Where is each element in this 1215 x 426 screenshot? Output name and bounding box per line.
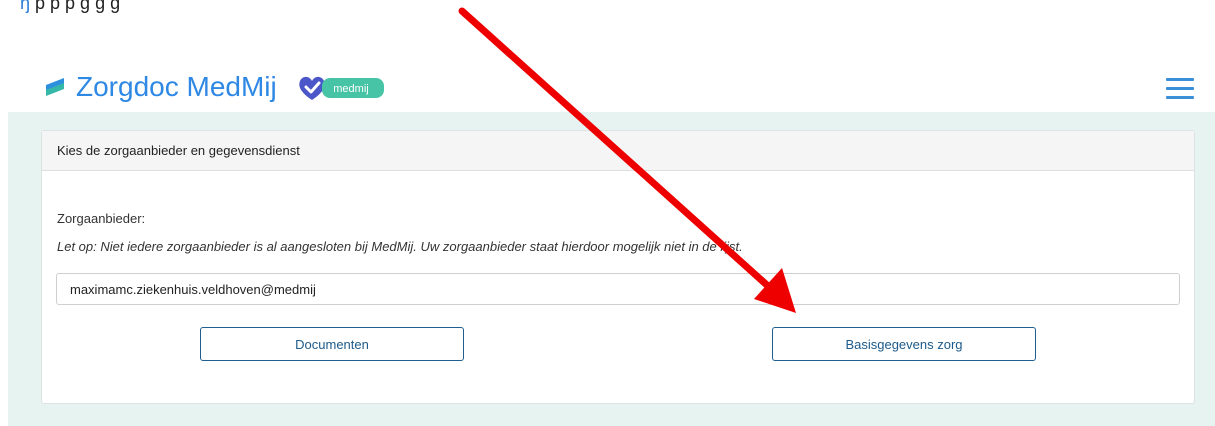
card-header: Kies de zorgaanbieder en gegevensdienst bbox=[42, 131, 1194, 171]
brand-title[interactable]: Zorgdoc MedMij bbox=[76, 70, 277, 104]
cropped-top-text-rest: p p p g g g bbox=[30, 0, 121, 13]
medmij-heart-badge-icon: medmij bbox=[299, 76, 384, 100]
hamburger-menu-icon[interactable] bbox=[1166, 78, 1194, 100]
provider-input[interactable] bbox=[56, 273, 1180, 305]
cropped-top-text-first: ŋ bbox=[20, 0, 31, 13]
provider-selection-card: Kies de zorgaanbieder en gegevensdienst … bbox=[41, 130, 1195, 404]
provider-label: Zorgaanbieder: bbox=[57, 211, 146, 226]
site-header: Zorgdoc MedMij medmij bbox=[0, 64, 1215, 112]
badge-label: medmij bbox=[333, 83, 368, 95]
basis-data-care-button[interactable]: Basisgegevens zorg bbox=[772, 327, 1036, 361]
provider-note: Let op: Niet iedere zorgaanbieder is al … bbox=[57, 239, 743, 254]
zorgdoc-logo-icon bbox=[46, 78, 64, 96]
documents-button[interactable]: Documenten bbox=[200, 327, 464, 361]
card-header-title: Kies de zorgaanbieder en gegevensdienst bbox=[57, 143, 300, 158]
cropped-top-text: ŋ p p p g g g bbox=[20, 0, 120, 15]
